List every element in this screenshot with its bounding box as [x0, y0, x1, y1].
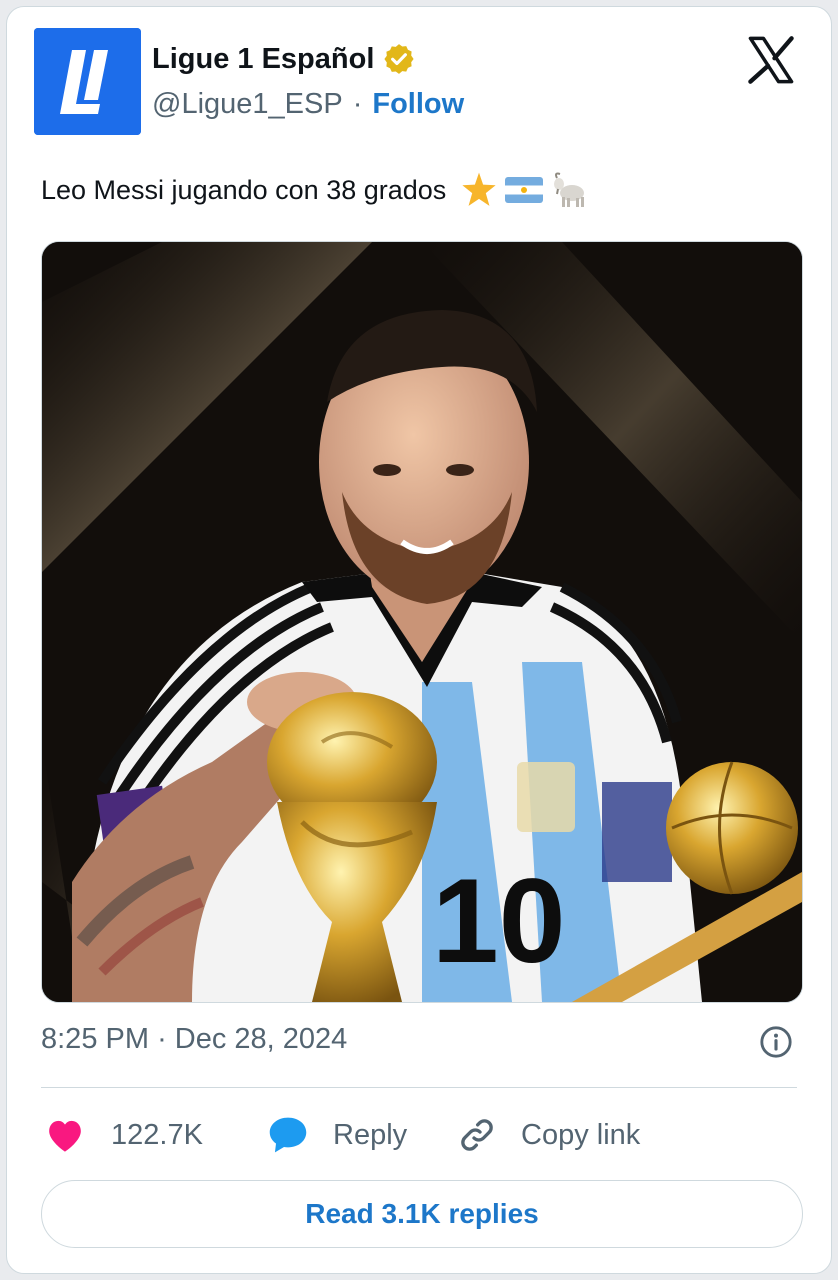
tweet-actions: 122.7K Reply Copy link: [41, 1109, 811, 1161]
info-icon[interactable]: [759, 1025, 793, 1059]
account-name[interactable]: Ligue 1 Español: [152, 43, 374, 76]
reply-label: Reply: [333, 1118, 408, 1151]
handle-row: @Ligue1_ESP · Follow: [152, 88, 464, 121]
link-icon: [461, 1119, 493, 1151]
account-name-row: Ligue 1 Español: [152, 42, 416, 76]
tweet-embed-card: Ligue 1 Español @Ligue1_ESP · Follow Leo…: [6, 6, 832, 1274]
star-emoji: [462, 172, 496, 206]
reply-button[interactable]: Reply: [267, 1109, 407, 1161]
ligue1-logo-icon: [34, 28, 141, 135]
messi-trophy-photo: 10: [42, 242, 802, 1002]
tweet-timestamp[interactable]: 8:25 PM · Dec 28, 2024: [41, 1023, 347, 1056]
read-replies-button[interactable]: Read 3.1K replies: [41, 1180, 803, 1248]
heart-icon: [49, 1120, 81, 1152]
like-count: 122.7K: [111, 1118, 203, 1151]
x-logo-icon[interactable]: [745, 34, 797, 86]
tweet-text: Leo Messi jugando con 38 grados: [41, 174, 447, 205]
svg-text:10: 10: [432, 854, 565, 988]
follow-button[interactable]: Follow: [372, 88, 464, 121]
copy-link-button[interactable]: Copy link: [457, 1109, 640, 1161]
tweet-header: Ligue 1 Español @Ligue1_ESP · Follow: [34, 28, 801, 138]
tweet-text-row: Leo Messi jugando con 38 grados: [41, 171, 590, 209]
copy-link-label: Copy link: [521, 1118, 641, 1151]
separator-dot: ·: [352, 88, 363, 120]
tweet-time: 8:25 PM: [41, 1023, 149, 1055]
divider: [41, 1087, 797, 1088]
tweet-date: Dec 28, 2024: [174, 1023, 348, 1055]
argentina-flag-emoji: [505, 177, 544, 203]
like-button[interactable]: 122.7K: [45, 1109, 203, 1161]
tweet-photo[interactable]: 10: [41, 241, 803, 1003]
goat-emoji: [554, 172, 585, 207]
account-avatar[interactable]: [34, 28, 141, 135]
speech-bubble-icon: [269, 1117, 307, 1153]
verified-badge-icon: [384, 44, 414, 74]
separator-dot: ·: [157, 1023, 167, 1055]
account-handle[interactable]: @Ligue1_ESP: [152, 88, 343, 121]
